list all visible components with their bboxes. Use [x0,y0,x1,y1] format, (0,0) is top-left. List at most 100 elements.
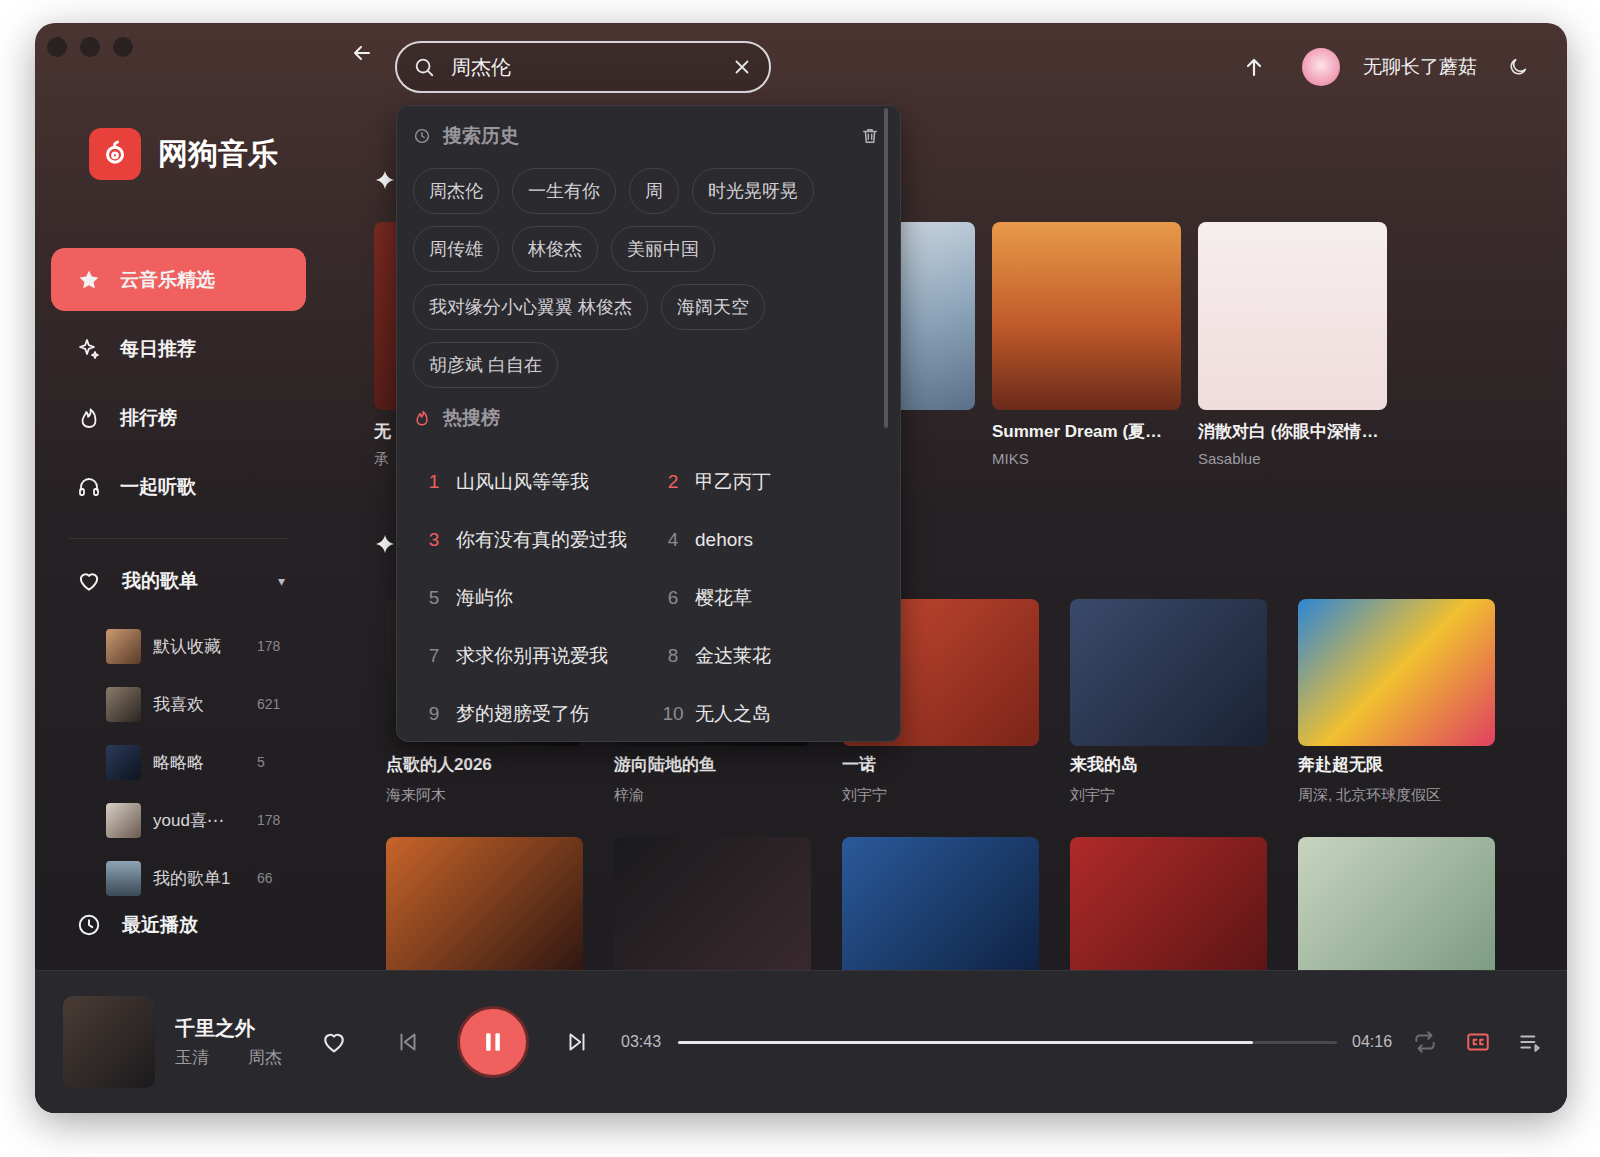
playlist-item[interactable]: 默认收藏178 [35,617,325,675]
dropdown-scrollbar[interactable] [884,108,888,428]
album-cover[interactable] [614,837,811,970]
hot-item[interactable]: 5海屿你 [422,578,661,618]
album-artist[interactable]: Sasablue [1198,449,1387,469]
album-card[interactable]: 来我的岛刘宇宁 [1070,599,1267,805]
hot-item[interactable]: 10无人之岛 [661,694,876,734]
history-tag[interactable]: 胡彦斌 白自在 [413,342,558,388]
recent-item[interactable]: 最近播放 [35,907,325,943]
album-cover[interactable] [1298,837,1495,970]
previous-icon[interactable] [395,1029,421,1055]
album-title[interactable]: 游向陆地的鱼 [614,753,811,777]
album-card[interactable] [1298,837,1495,970]
album-card[interactable]: Summer Dream (夏… MIKS [992,222,1181,469]
album-cover[interactable] [1070,599,1267,746]
history-tag[interactable]: 美丽中国 [611,226,715,272]
artist-name[interactable]: 玉清 [175,1046,209,1069]
hot-item[interactable]: 9梦的翅膀受了伤 [422,694,661,734]
album-card[interactable] [614,837,811,970]
album-artist[interactable]: 海来阿木 [386,785,583,805]
hot-rank: 4 [661,529,685,551]
trash-icon[interactable] [860,126,880,146]
user-area: 无聊长了蘑菇 [1242,41,1529,93]
search-field[interactable]: 周杰伦 [395,41,771,93]
play-pause-button[interactable] [457,1006,529,1078]
progress-bar[interactable] [678,1041,1337,1044]
heart-icon[interactable] [320,1028,348,1056]
hot-item[interactable]: 4dehors [661,520,876,560]
album-artist[interactable]: 刘宇宁 [842,785,1039,805]
album-card[interactable]: 奔赴超无限周深, 北京环球度假区 [1298,599,1495,805]
album-artist[interactable]: MIKS [992,449,1181,469]
sidebar-item[interactable]: 排行榜 [51,386,306,449]
headphones-icon [77,475,101,499]
logo-icon [89,128,141,180]
album-title[interactable]: 消散对白 (你眼中深情… [1198,420,1387,444]
history-tag[interactable]: 时光晃呀晃 [692,168,814,214]
album-card[interactable] [842,837,1039,970]
history-tag[interactable]: 周杰伦 [413,168,499,214]
album-artist[interactable]: 周深, 北京环球度假区 [1298,785,1495,805]
history-tag[interactable]: 周 [629,168,679,214]
playlist-item[interactable]: 我的歌单166 [35,849,325,907]
album-card[interactable]: 消散对白 (你眼中深情… Sasablue [1198,222,1387,469]
sidebar-item[interactable]: 每日推荐 [51,317,306,380]
moon-icon[interactable] [1507,56,1529,78]
minimize-button[interactable] [80,37,100,57]
collapse-toggle[interactable]: ▾ [278,573,285,589]
zoom-button[interactable] [113,37,133,57]
lyrics-icon[interactable] [1465,1029,1491,1055]
album-cover[interactable] [992,222,1181,410]
album-title[interactable]: 奔赴超无限 [1298,753,1495,777]
album-artist[interactable]: 梓渝 [614,785,811,805]
album-title[interactable]: 点歌的人2026 [386,753,583,777]
upload-icon[interactable] [1242,55,1266,79]
hot-item[interactable]: 2 甲乙丙丁 [661,462,876,502]
search-query[interactable]: 周杰伦 [451,54,715,81]
track-title[interactable]: 千里之外 [175,1015,295,1042]
album-title[interactable]: 来我的岛 [1070,753,1267,777]
album-cover[interactable] [1198,222,1387,410]
hot-item[interactable]: 1山风山风等等我 [422,462,661,502]
user-avatar[interactable] [1302,48,1340,86]
close-button[interactable] [47,37,67,57]
repeat-icon[interactable] [1412,1029,1438,1055]
sidebar-item[interactable]: 一起听歌 [51,455,306,518]
playlist-item[interactable]: 略略略5 [35,733,325,791]
user-name[interactable]: 无聊长了蘑菇 [1363,54,1477,80]
hot-item[interactable]: 3你有没有真的爱过我 [422,520,661,560]
playlists-header[interactable]: 我的歌单▾ [35,561,325,601]
hot-item-title: 樱花草 [695,585,752,611]
album-cover[interactable] [842,837,1039,970]
sidebar-item[interactable]: 云音乐精选 [51,248,306,311]
album-card[interactable] [1070,837,1267,970]
playlist-item[interactable]: youd喜⋯178 [35,791,325,849]
album-card[interactable] [386,837,583,970]
album-cover[interactable] [1070,837,1267,970]
album-artist[interactable]: 刘宇宁 [1070,785,1267,805]
clear-icon[interactable] [731,56,753,78]
elapsed-time: 03:43 [621,1033,661,1051]
history-tag[interactable]: 周传雄 [413,226,499,272]
artist-name[interactable]: 周杰 [248,1046,282,1069]
back-arrow-icon[interactable] [350,41,374,65]
hot-item-title: 甲乙丙丁 [695,469,771,495]
hot-rank: 2 [661,471,685,493]
history-tag[interactable]: 我对缘分小心翼翼 林俊杰 [413,284,648,330]
now-playing-cover[interactable] [63,996,155,1088]
app-logo[interactable]: 网狗音乐 [89,128,325,180]
album-title[interactable]: Summer Dream (夏… [992,420,1181,444]
playlist-item[interactable]: 我喜欢621 [35,675,325,733]
history-tag[interactable]: 海阔天空 [661,284,765,330]
album-cover[interactable] [386,837,583,970]
album-title[interactable]: 一诺 [842,753,1039,777]
queue-icon[interactable] [1517,1029,1543,1055]
next-icon[interactable] [564,1029,590,1055]
hot-rank: 9 [422,703,446,725]
hot-item[interactable]: 8金达莱花 [661,636,876,676]
history-tag[interactable]: 林俊杰 [512,226,598,272]
hot-item[interactable]: 6樱花草 [661,578,876,618]
history-tag[interactable]: 一生有你 [512,168,616,214]
pause-icon [478,1027,508,1057]
hot-item[interactable]: 7求求你别再说爱我 [422,636,661,676]
album-cover[interactable] [1298,599,1495,746]
